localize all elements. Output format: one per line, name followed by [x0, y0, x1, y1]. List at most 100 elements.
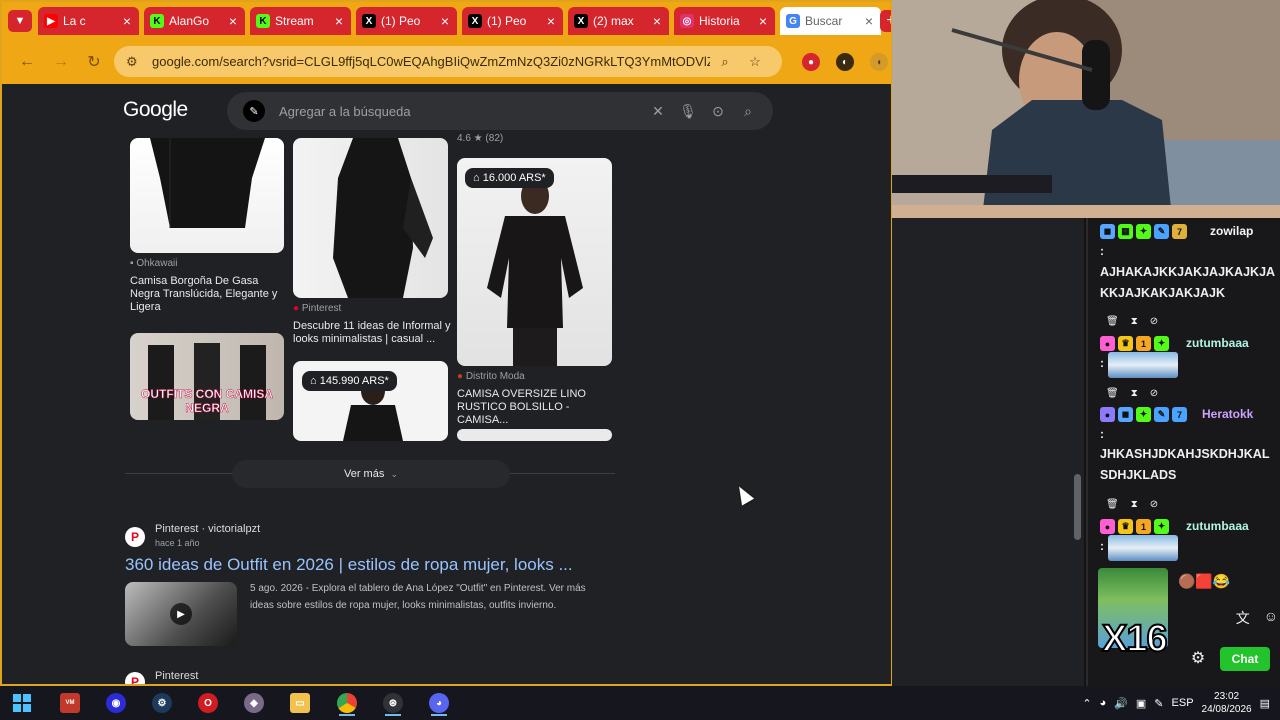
chat-username[interactable]: zowilap	[1210, 224, 1253, 238]
taskbar-app-obs[interactable]: ◉	[102, 690, 130, 716]
play-icon[interactable]: ▶	[170, 603, 192, 625]
audio-extension-icon[interactable]: ◖	[870, 53, 888, 71]
clear-icon[interactable]: ✕	[643, 103, 673, 120]
taskbar-app-voicemeeter[interactable]: VM	[56, 690, 84, 716]
close-icon[interactable]: ×	[121, 13, 133, 29]
browser-tab[interactable]: X (1) Peo ×	[462, 7, 563, 35]
ban-icon[interactable]: ⊘	[1150, 388, 1158, 399]
badge-icon: ◼	[1100, 224, 1115, 239]
chat-username[interactable]: Heratokk	[1202, 407, 1253, 421]
chat-username[interactable]: zutumbaaa	[1186, 336, 1249, 350]
taskbar-app-steam[interactable]: ⚙	[148, 690, 176, 716]
taskbar-app-game[interactable]: ◆	[240, 690, 268, 716]
sparkle-badge-icon: ✦	[1154, 519, 1169, 534]
browser-tab[interactable]: ▶ La c ×	[38, 7, 139, 35]
image-result-3[interactable]	[457, 158, 612, 366]
back-button[interactable]: ←	[16, 51, 38, 73]
close-icon[interactable]: ×	[757, 13, 769, 29]
close-icon[interactable]: ×	[439, 13, 451, 29]
timeout-icon[interactable]: ⧗	[1131, 499, 1138, 510]
search-icon[interactable]: ⌕	[733, 103, 763, 120]
chat-send-button[interactable]: Chat	[1220, 647, 1270, 671]
network-icon[interactable]: ▣	[1136, 697, 1146, 710]
notifications-icon[interactable]: ▤	[1260, 697, 1270, 710]
delete-icon[interactable]: 🗑	[1106, 316, 1119, 327]
clock[interactable]: 23:02 24/08/2026	[1202, 690, 1252, 716]
search-input[interactable]	[279, 103, 643, 119]
browser-tab[interactable]: ◎ Historia ×	[674, 7, 775, 35]
taskbar-app-opera[interactable]: O	[194, 690, 222, 716]
search-results-page: Google ✎ ✕ 🎙 ⊙ ⌕ 4.6 ★ (82) ▪ Ohkawaii C…	[2, 84, 891, 684]
image-result-1[interactable]	[130, 138, 284, 253]
chevron-up-icon[interactable]: ⌃	[1082, 697, 1091, 710]
timeout-icon[interactable]: ⧗	[1131, 316, 1138, 327]
close-icon[interactable]: ×	[863, 13, 875, 29]
video-thumbnail[interactable]: ▶	[125, 582, 237, 646]
result-site[interactable]: Pinterest	[155, 670, 198, 682]
taskbar-app-chrome[interactable]	[333, 690, 361, 716]
translate-icon[interactable]: 文	[1236, 608, 1250, 634]
volume-icon[interactable]: 🔊	[1114, 697, 1128, 710]
browser-tab[interactable]: K AlanGo ×	[144, 7, 245, 35]
google-logo[interactable]: Google	[123, 98, 188, 122]
taskbar-app-streamer[interactable]: ⊛	[379, 690, 407, 716]
language-indicator[interactable]: ESP	[1172, 697, 1194, 709]
tab-title: (1) Peo	[381, 14, 421, 28]
lens-camera-icon[interactable]: ⊙	[703, 103, 733, 120]
ban-icon[interactable]: ⊘	[1150, 316, 1158, 327]
tag-icon: ⌂	[473, 172, 480, 184]
result-site[interactable]: Pinterest · victorialpzt	[155, 523, 260, 535]
browser-tab[interactable]: K Stream ×	[250, 7, 351, 35]
browser-tab[interactable]: X (2) max ×	[568, 7, 669, 35]
start-button[interactable]	[8, 690, 36, 716]
close-icon[interactable]: ×	[227, 13, 239, 29]
browser-tab[interactable]: G Buscar ×	[780, 7, 881, 35]
image-result-4[interactable]: OUTFITS CON CAMISA NEGRA	[130, 333, 284, 420]
microphone-icon[interactable]: 🎙	[673, 103, 703, 120]
zoom-icon[interactable]: ⌕	[710, 54, 740, 70]
badge-row: ● ◼ ✦ ✎ 7	[1100, 407, 1187, 422]
mod-actions: 🗑 ⧗ ⊘	[1106, 316, 1158, 327]
extension-icon[interactable]: ◐	[836, 53, 854, 71]
chat-settings-button[interactable]: ⚙	[1188, 648, 1208, 668]
image-caption[interactable]: CAMISA OVERSIZE LINO RUSTICO BOLSILLO - …	[457, 388, 617, 427]
taskbar-app-discord[interactable]: ◕	[425, 690, 453, 716]
taskbar-app-explorer[interactable]: ▭	[286, 690, 314, 716]
emoji-icon[interactable]: ☺	[1264, 608, 1278, 634]
tab-search-button[interactable]: ▼	[8, 10, 32, 32]
close-icon[interactable]: ×	[333, 13, 345, 29]
image-caption[interactable]: Descubre 11 ideas de Informal y looks mi…	[293, 320, 453, 346]
chat-username[interactable]: zutumbaaa	[1186, 519, 1249, 533]
address-bar[interactable]: ⚙ google.com/search?vsrid=CLGL9ffj5qLC0w…	[114, 46, 782, 77]
show-more-button[interactable]: Ver más ⌄	[232, 460, 510, 488]
delete-icon[interactable]: 🗑	[1106, 499, 1119, 510]
reload-button[interactable]: ↻	[83, 51, 105, 73]
ban-icon[interactable]: ⊘	[1150, 499, 1158, 510]
image-result-6[interactable]	[457, 429, 612, 441]
result-age: hace 1 año	[155, 538, 200, 548]
delete-icon[interactable]: 🗑	[1106, 388, 1119, 399]
pen-icon[interactable]: ✎	[1154, 697, 1163, 710]
folder-icon: ▭	[290, 693, 310, 713]
pencil-icon[interactable]: ✎	[243, 100, 265, 122]
pinterest-icon: P	[125, 672, 145, 684]
browser-tab[interactable]: X (1) Peo ×	[356, 7, 457, 35]
timeout-icon[interactable]: ⧗	[1131, 388, 1138, 399]
mod-actions: 🗑 ⧗ ⊘	[1106, 499, 1158, 510]
new-tab-button[interactable]: +	[880, 10, 891, 32]
image-caption[interactable]: Camisa Borgoña De Gasa Negra Translúcida…	[130, 275, 290, 314]
forward-button[interactable]: →	[50, 51, 72, 73]
search-box[interactable]: ✎ ✕ 🎙 ⊙ ⌕	[227, 92, 773, 130]
site-info-icon[interactable]: ⚙	[126, 54, 142, 70]
scrollbar-thumb[interactable]	[1074, 474, 1081, 540]
discord-tray-icon[interactable]: ◕	[1100, 697, 1107, 709]
chat-message: AJHAKAJKKJAKJAJKAJKJAKKJAJKAKJAKJAJK	[1100, 265, 1276, 300]
price-tag: ⌂ 145.990 ARS*	[302, 371, 397, 391]
close-icon[interactable]: ×	[545, 13, 557, 29]
bookmark-star-icon[interactable]: ☆	[740, 54, 770, 70]
close-icon[interactable]: ×	[651, 13, 663, 29]
result-title-link[interactable]: 360 ideas de Outfit en 2026 | estilos de…	[125, 555, 573, 575]
adblock-extension-icon[interactable]: ●	[802, 53, 820, 71]
stream-chat: ◼ ▦ ✦ ✎ 7 zowilap : AJHAKAJKKJAKJAJKAJKJ…	[1086, 218, 1280, 686]
image-result-2[interactable]	[293, 138, 448, 298]
